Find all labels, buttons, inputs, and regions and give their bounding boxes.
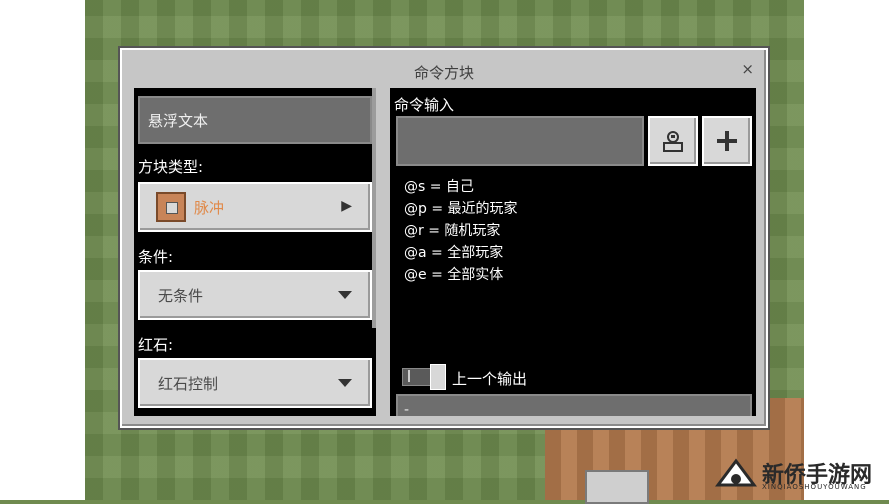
add-button[interactable]: [702, 116, 752, 166]
background-right: [804, 0, 889, 500]
background-left: [0, 0, 85, 500]
chevron-down-icon: [338, 379, 352, 387]
scrollbar[interactable]: [372, 88, 376, 328]
settings-panel: 悬浮文本 方块类型: 脉冲 ▶ 条件: 无条件 红石: 红石控制: [134, 88, 376, 416]
watermark-subtitle: XINQIAOSHOUYOUWANG: [762, 483, 867, 491]
condition-value: 无条件: [158, 286, 204, 305]
block-type-value: 脉冲: [194, 198, 225, 217]
previous-output-field: -: [396, 394, 752, 416]
command-block-icon: [156, 192, 186, 222]
hint-line: @a = 全部玩家: [404, 245, 504, 261]
previous-output-toggle[interactable]: [402, 364, 446, 390]
command-block-face: [585, 470, 649, 504]
toggle-knob: [430, 364, 446, 390]
condition-label: 条件:: [138, 248, 174, 266]
selector-hints: @s = 自己 @p = 最近的玩家 @r = 随机玩家 @a = 全部玩家 @…: [404, 176, 518, 286]
close-icon[interactable]: ×: [741, 60, 754, 78]
chevron-right-icon: ▶: [341, 198, 352, 214]
command-panel: 命令输入 @s = 自己 @p = 最近的玩家 @r = 随机玩家 @a = 全…: [390, 88, 756, 416]
previous-output-label: 上一个输出: [452, 370, 528, 388]
hint-line: @r = 随机玩家: [404, 223, 501, 239]
dialog-title: 命令方块: [413, 64, 474, 82]
hint-line: @p = 最近的玩家: [404, 201, 518, 217]
command-input-field[interactable]: [396, 116, 644, 166]
block-type-selector[interactable]: 脉冲 ▶: [138, 182, 372, 232]
chevron-down-icon: [338, 291, 352, 299]
hint-line: @s = 自己: [404, 179, 474, 195]
redstone-label: 红石:: [138, 336, 174, 354]
toggle-mark: [408, 370, 410, 382]
plus-icon: [717, 131, 737, 151]
watermark-logo-icon: [715, 458, 757, 487]
hint-line: @e = 全部实体: [404, 267, 504, 283]
condition-dropdown[interactable]: 无条件: [138, 270, 372, 320]
code-builder-icon: [663, 131, 683, 152]
command-block-dialog: 命令方块 × 悬浮文本 方块类型: 脉冲 ▶ 条件: 无条件 红石: 红石控制 …: [120, 48, 768, 428]
redstone-value: 红石控制: [158, 374, 219, 393]
site-watermark: 新侨手游网 XINQIAOSHOUYOUWANG: [712, 455, 887, 497]
block-type-label: 方块类型:: [138, 158, 204, 176]
redstone-dropdown[interactable]: 红石控制: [138, 358, 372, 408]
code-builder-button[interactable]: [648, 116, 698, 166]
command-input-label: 命令输入: [394, 96, 455, 114]
hover-text-field[interactable]: 悬浮文本: [138, 96, 372, 144]
